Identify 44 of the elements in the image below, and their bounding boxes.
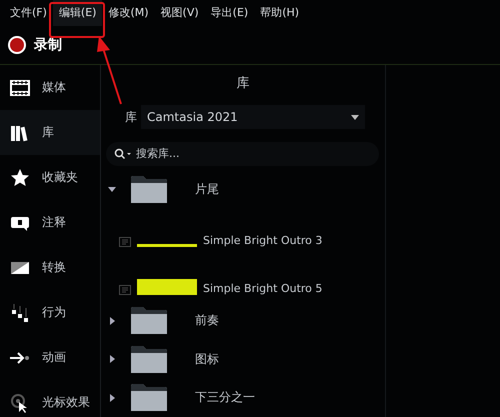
sidebar-item[interactable]: 库 (0, 110, 100, 155)
sidebar-item[interactable]: 动画 (0, 335, 100, 380)
thumbnail (137, 244, 197, 247)
menu-item[interactable]: 编辑(E) (52, 0, 102, 26)
folder-label[interactable]: 片尾 (195, 180, 219, 198)
menu-item[interactable]: 文件(F) (4, 0, 53, 26)
caret-icon (351, 114, 359, 120)
asset-label[interactable]: Simple Bright Outro 3 (203, 234, 322, 247)
thumbnail (137, 279, 197, 296)
expand-caret-icon[interactable] (107, 354, 117, 364)
asset-label[interactable]: Simple Bright Outro 5 (203, 282, 322, 296)
sidebar-item[interactable]: 媒体 (0, 65, 100, 110)
sidebar-item[interactable]: 收藏夹 (0, 155, 100, 200)
menu-item[interactable]: 修改(M) (102, 0, 155, 26)
collapse-caret-icon[interactable] (107, 184, 117, 194)
title-icon (119, 236, 131, 247)
folder-icon (131, 384, 167, 412)
film-icon (10, 78, 30, 98)
title-icon (119, 285, 131, 296)
menu-item[interactable]: 导出(E) (204, 0, 254, 26)
search-field[interactable]: 搜索库... (106, 142, 379, 166)
sidebar-item[interactable]: 光标效果 (0, 380, 100, 417)
library-select[interactable]: Camtasia 2021 (141, 105, 365, 130)
folder-label[interactable]: 前奏 (195, 312, 219, 330)
folder-icon (131, 307, 167, 334)
sidebar-item[interactable]: 行为 (0, 290, 100, 335)
expand-caret-icon[interactable] (107, 316, 117, 326)
sidebar-item[interactable]: 注释 (0, 200, 100, 245)
folder-icon (131, 346, 167, 373)
menu-item[interactable]: 帮助(H) (254, 0, 306, 26)
star-icon (10, 168, 30, 188)
highlight-frame (49, 2, 105, 38)
expand-caret-icon[interactable] (107, 392, 117, 403)
dots-icon (10, 302, 30, 322)
menu-item[interactable]: 视图(V) (154, 0, 205, 26)
record-icon[interactable] (8, 36, 26, 54)
folder-label[interactable]: 下三分之一 (195, 389, 255, 406)
select-label: 库 (125, 108, 137, 126)
panel-title: 库 (236, 74, 250, 93)
folder-icon (131, 176, 167, 203)
sidebar-item[interactable]: 转换 (0, 245, 100, 290)
folder-label[interactable]: 图标 (195, 350, 219, 368)
search-icon (114, 148, 132, 160)
record-label[interactable]: 录制 (34, 36, 62, 54)
